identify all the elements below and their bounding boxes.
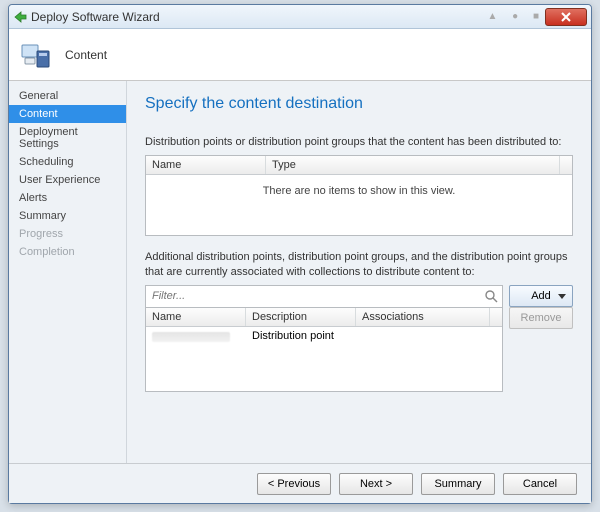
- sidebar-item-general[interactable]: General: [9, 87, 126, 105]
- sidebar-item-progress: Progress: [9, 225, 126, 243]
- desc-distributed: Distribution points or distribution poin…: [145, 135, 573, 149]
- filter-row: Add: [145, 285, 573, 307]
- footer: < Previous Next > Summary Cancel: [9, 463, 591, 503]
- sidebar-item-scheduling[interactable]: Scheduling: [9, 153, 126, 171]
- close-icon: [560, 12, 572, 22]
- titlebar-glyphs: ▲ ● ■: [487, 11, 545, 22]
- main-panel: Specify the content destination Distribu…: [127, 81, 591, 463]
- window-title: Deploy Software Wizard: [31, 10, 483, 24]
- titlebar: Deploy Software Wizard ▲ ● ■: [9, 5, 591, 29]
- additional-grid-header: Name Description Associations: [146, 308, 502, 327]
- content-icon: [19, 37, 55, 73]
- app-icon: [13, 10, 27, 24]
- distributed-grid-header: Name Type: [146, 156, 572, 175]
- sidebar-item-content[interactable]: Content: [9, 105, 126, 123]
- add-label: Add: [531, 290, 551, 302]
- add-button[interactable]: Add: [509, 285, 573, 307]
- col-name[interactable]: Name: [146, 156, 266, 174]
- distributed-grid-body: There are no items to show in this view.: [146, 175, 572, 235]
- body: General Content Deployment Settings Sche…: [9, 81, 591, 463]
- empty-message: There are no items to show in this view.: [146, 175, 572, 207]
- col2-name[interactable]: Name: [146, 308, 246, 326]
- sidebar: General Content Deployment Settings Sche…: [9, 81, 127, 463]
- sidebar-item-deployment-settings[interactable]: Deployment Settings: [9, 123, 126, 153]
- additional-grid-body: Distribution point: [146, 327, 502, 391]
- desc-additional: Additional distribution points, distribu…: [145, 250, 573, 279]
- summary-button[interactable]: Summary: [421, 473, 495, 495]
- next-button[interactable]: Next >: [339, 473, 413, 495]
- sidebar-item-user-experience[interactable]: User Experience: [9, 171, 126, 189]
- col-type[interactable]: Type: [266, 156, 560, 174]
- sidebar-item-completion: Completion: [9, 243, 126, 261]
- previous-button[interactable]: < Previous: [257, 473, 331, 495]
- cell-associations: [356, 327, 502, 348]
- sidebar-item-summary[interactable]: Summary: [9, 207, 126, 225]
- col2-associations[interactable]: Associations: [356, 308, 490, 326]
- filter-wrap: [145, 285, 503, 307]
- header: Content: [9, 29, 591, 81]
- remove-button: Remove: [509, 307, 573, 329]
- cell-name: [146, 327, 246, 348]
- chevron-down-icon: [558, 294, 566, 299]
- col2-description[interactable]: Description: [246, 308, 356, 326]
- table-row[interactable]: Distribution point: [146, 327, 502, 348]
- sidebar-item-alerts[interactable]: Alerts: [9, 189, 126, 207]
- remove-label: Remove: [521, 312, 562, 324]
- cell-description: Distribution point: [246, 327, 356, 348]
- close-button[interactable]: [545, 8, 587, 26]
- distributed-grid: Name Type There are no items to show in …: [145, 155, 573, 236]
- page-heading: Specify the content destination: [145, 95, 573, 113]
- header-label: Content: [65, 48, 107, 62]
- filter-input[interactable]: [146, 286, 502, 306]
- search-icon[interactable]: [484, 289, 498, 303]
- additional-row: Name Description Associations Distributi…: [145, 307, 573, 392]
- additional-grid: Name Description Associations Distributi…: [145, 307, 503, 392]
- wizard-window: Deploy Software Wizard ▲ ● ■ Content Gen…: [8, 4, 592, 504]
- cancel-button[interactable]: Cancel: [503, 473, 577, 495]
- redacted-name: [152, 332, 230, 342]
